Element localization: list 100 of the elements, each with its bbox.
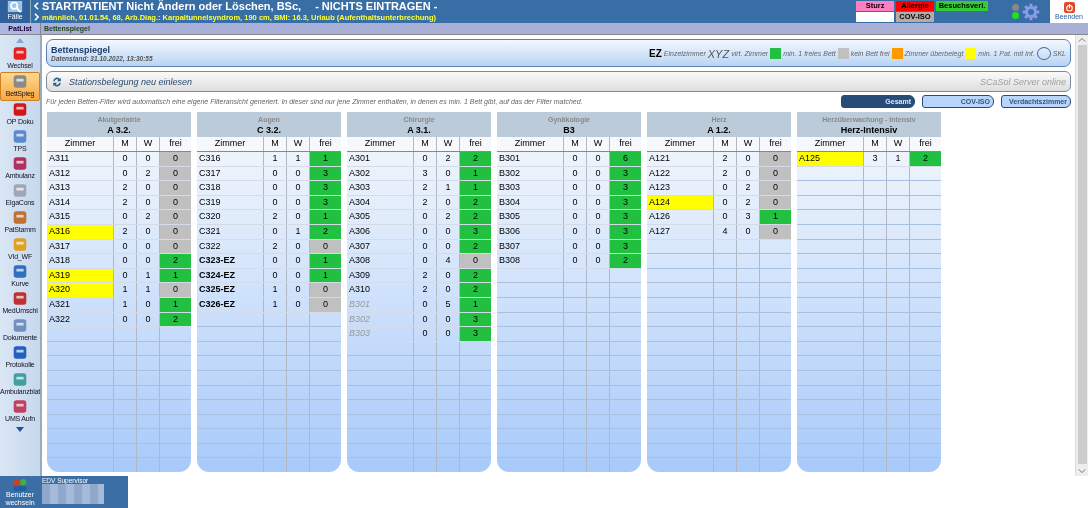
column-header: M	[864, 137, 887, 151]
room-cell: B305	[497, 210, 564, 224]
room-cell: A314	[47, 195, 114, 210]
free-beds-cell: 2	[460, 152, 491, 166]
table-cell: 0	[114, 166, 137, 181]
free-beds-cell: 1	[460, 181, 491, 195]
column-header: Zimmer	[797, 137, 864, 151]
table-cell: 2	[714, 166, 737, 181]
ward-code: A 3.2.	[107, 124, 131, 135]
table-cell: 0	[414, 152, 437, 166]
table-cell: 0	[414, 210, 437, 224]
free-beds-cell: 1	[760, 210, 791, 224]
column-header: M	[264, 137, 287, 151]
free-beds-cell: 3	[610, 181, 641, 195]
table-cell: 1	[114, 297, 137, 312]
scrollbar[interactable]	[1075, 35, 1088, 476]
table-cell: 2	[414, 268, 437, 283]
room-cell: B302	[347, 312, 414, 327]
scroll-up-icon[interactable]	[16, 38, 24, 43]
table-cell: 0	[114, 254, 137, 268]
settings-icon[interactable]	[1022, 2, 1040, 21]
room-cell: C322	[197, 239, 264, 254]
table-cell: 2	[264, 239, 287, 254]
table-cell: 0	[414, 224, 437, 239]
room-cell: B308	[497, 254, 564, 268]
room-cell: B307	[497, 239, 564, 254]
free-beds-cell: 2	[910, 152, 941, 166]
refresh-icon	[51, 75, 63, 88]
magnifier-icon	[7, 0, 23, 13]
room-cell: C324-EZ	[197, 268, 264, 283]
panel-title: Bettenspiegel	[51, 44, 110, 55]
room-cell: A125	[797, 152, 864, 166]
table-cell: 2	[414, 283, 437, 297]
free-beds-cell: 1	[310, 254, 341, 268]
ward-code: A 3.1.	[407, 124, 431, 135]
table-cell: 1	[114, 283, 137, 297]
column-header: frei	[768, 137, 783, 150]
table-cell: 0	[264, 195, 287, 210]
table-cell: 2	[414, 195, 437, 210]
room-cell: C317	[197, 166, 264, 181]
column-header: Zimmer	[497, 137, 564, 151]
table-cell: 0	[714, 210, 737, 224]
free-beds-cell: 0	[160, 152, 191, 166]
redacted-name	[42, 484, 104, 504]
column-header: M	[564, 137, 587, 151]
column-header: W	[587, 137, 610, 151]
table-cell: 0	[264, 254, 287, 268]
table-cell: 2	[114, 181, 137, 195]
table-cell: 0	[714, 181, 737, 195]
table-cell: 0	[264, 224, 287, 239]
room-cell: A318	[47, 254, 114, 268]
room-cell: A310	[347, 283, 414, 297]
room-cell: A123	[647, 181, 714, 195]
column-header: W	[137, 137, 160, 151]
legend-symbol: EZ	[649, 48, 662, 59]
column-header: frei	[168, 137, 183, 150]
column-header: Zimmer	[647, 137, 714, 151]
free-beds-cell: 6	[610, 152, 641, 166]
warning-text: - NICHTS EINTRAGEN -	[315, 1, 438, 12]
room-cell: C318	[197, 181, 264, 195]
table-cell: 0	[114, 210, 137, 224]
table-cell: 0	[564, 152, 587, 166]
room-cell: B303	[497, 181, 564, 195]
reload-button[interactable]: Stationsbelegung neu einlesen	[51, 75, 193, 88]
room-cell: A122	[647, 166, 714, 181]
column-header: Zimmer	[197, 137, 264, 151]
column-header: W	[737, 137, 760, 151]
free-beds-cell: 0	[760, 152, 791, 166]
table-cell: 3	[414, 166, 437, 181]
room-cell: A301	[347, 152, 414, 166]
column-header: M	[714, 137, 737, 151]
server-status: SCaSol Server online	[979, 76, 1066, 87]
free-beds-cell: 1	[310, 210, 341, 224]
table-cell: 0	[714, 195, 737, 210]
column-header: W	[437, 137, 460, 151]
column-header: frei	[318, 137, 333, 150]
room-cell: A309	[347, 268, 414, 283]
patient-name: STARTPATIENT Nicht Ändern oder Löschen, BSc,	[42, 1, 302, 12]
table-cell: 0	[114, 152, 137, 166]
room-cell: A317	[47, 239, 114, 254]
room-cell: A307	[347, 239, 414, 254]
table-cell: 2	[714, 152, 737, 166]
room-cell: B301	[347, 297, 414, 312]
column-header: frei	[918, 137, 933, 150]
column-header: M	[114, 137, 137, 151]
power-icon	[1063, 2, 1075, 13]
table-cell: 0	[414, 312, 437, 327]
free-beds-cell: 3	[460, 327, 491, 341]
free-beds-cell: 2	[160, 254, 191, 268]
scroll-up-icon[interactable]	[1078, 37, 1086, 43]
scroll-down-icon[interactable]	[16, 427, 24, 432]
column-header: frei	[468, 137, 483, 150]
table-cell: 2	[114, 195, 137, 210]
table-cell: 3	[864, 152, 887, 166]
ward-code: A 1.2.	[707, 124, 731, 135]
room-cell: A304	[347, 195, 414, 210]
free-beds-cell: 2	[460, 210, 491, 224]
room-cell: C325-EZ	[197, 283, 264, 297]
free-beds-cell: 0	[460, 254, 491, 268]
legend-symbol: XYZ	[707, 47, 730, 60]
